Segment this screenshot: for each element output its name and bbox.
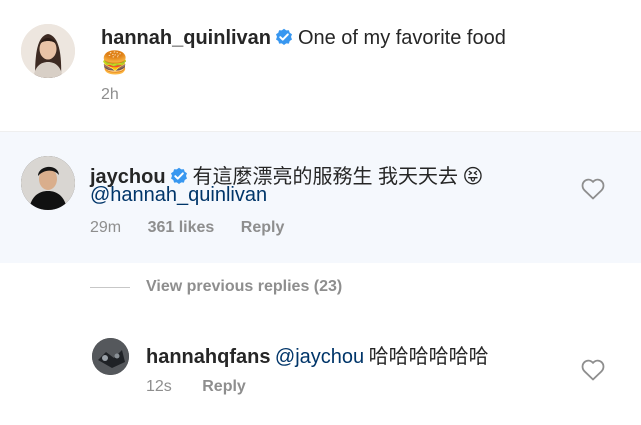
comment-mention[interactable]: @hannah_quinlivan — [90, 184, 267, 207]
reply-line: hannahqfans @jaychou 哈哈哈哈哈哈 — [146, 340, 566, 369]
comment-reply-button[interactable]: Reply — [241, 219, 285, 236]
reply-like-heart-icon[interactable] — [581, 359, 605, 381]
burger-emoji: 🍔 — [101, 50, 129, 75]
reply-username[interactable]: hannahqfans — [146, 346, 270, 368]
reply-timestamp: 12s — [146, 378, 172, 395]
replies-divider — [90, 287, 130, 288]
post-caption-text: One of my favorite food — [297, 27, 506, 49]
post-username[interactable]: hannah_quinlivan — [101, 27, 271, 49]
avatar-jaychou[interactable] — [21, 156, 75, 210]
avatar-hannahqfans[interactable] — [92, 338, 129, 375]
reply-reply-button[interactable]: Reply — [202, 378, 246, 395]
tongue-emoji: 😝 — [462, 166, 484, 188]
avatar-hannah-quinlivan[interactable] — [21, 24, 75, 78]
post-caption: hannah_quinlivan One of my favorite food — [101, 27, 601, 50]
comment-meta: 29m 361 likes Reply — [90, 219, 284, 237]
comment-likes[interactable]: 361 likes — [148, 219, 215, 236]
reply-text: 哈哈哈哈哈哈 — [368, 346, 489, 368]
comment-like-heart-icon[interactable] — [581, 178, 605, 200]
comment-timestamp: 29m — [90, 219, 122, 236]
verified-badge-icon — [276, 28, 293, 45]
view-previous-replies-button[interactable]: View previous replies (23) — [146, 278, 342, 296]
post-timestamp: 2h — [101, 86, 119, 103]
reply-meta: 12s Reply — [146, 378, 246, 396]
reply-mention[interactable]: @jaychou — [275, 346, 364, 368]
verified-badge-icon — [171, 167, 188, 184]
avatar-image — [21, 24, 75, 78]
avatar-image — [21, 156, 75, 210]
avatar-image — [92, 338, 129, 375]
